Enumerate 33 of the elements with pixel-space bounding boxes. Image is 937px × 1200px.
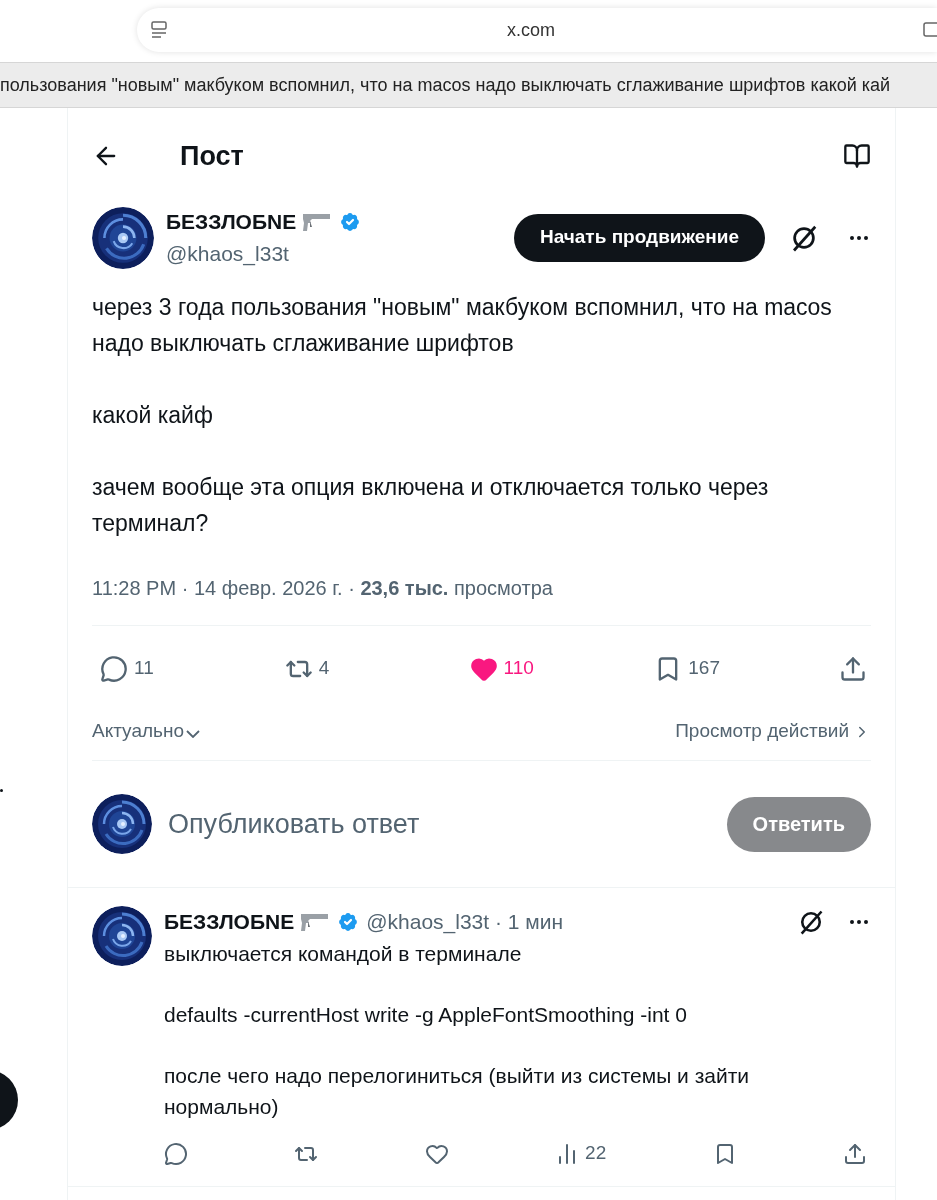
author-handle[interactable]: @khaos_l33t bbox=[166, 237, 502, 269]
promote-button[interactable]: Начать продвижение bbox=[513, 213, 765, 262]
page-menu-icon[interactable] bbox=[149, 20, 169, 40]
page-title: Пост bbox=[180, 139, 245, 173]
post-meta: 11:28 PM · 14 февр. 2026 г. · 23,6 тыс. просмотра bbox=[92, 576, 554, 601]
views-button[interactable]: 22 bbox=[555, 1139, 607, 1168]
reply-text: defaults -currentHost write -g AppleFontSmoothing -int 0 bbox=[164, 1001, 688, 1028]
share-button[interactable] bbox=[842, 1141, 867, 1166]
bookmark-button[interactable]: 167 bbox=[654, 654, 720, 683]
author-handle[interactable]: @khaos_l33t · 1 мин bbox=[366, 906, 791, 938]
post-text: через 3 года пользования "новым" макбуком вспомнил, что на macos надо выключать сглаживание шрифтов bbox=[92, 293, 833, 358]
address-bar[interactable]: x.com bbox=[137, 8, 937, 52]
post-text: зачем вообще эта опция включена и отключается только через терминал? bbox=[92, 473, 770, 538]
heart-button[interactable]: 110 bbox=[469, 654, 534, 683]
author-name[interactable]: БЕЗЗЛОБNE bbox=[166, 206, 297, 238]
reply-text: после чего надо перелогиниться (выйти из системы и зайти нормально) bbox=[164, 1062, 751, 1120]
reply-icon bbox=[164, 1141, 188, 1166]
share-icon bbox=[839, 654, 867, 683]
reader-icon[interactable] bbox=[843, 142, 871, 170]
author-name[interactable]: БЕЗЗЛОБNE bbox=[164, 906, 295, 938]
translate-icon[interactable] bbox=[923, 20, 937, 40]
post-text: какой кайф bbox=[92, 401, 214, 430]
share-icon bbox=[842, 1141, 867, 1166]
activity-link[interactable]: Просмотр действий bbox=[675, 717, 871, 746]
share-button[interactable] bbox=[839, 654, 867, 683]
repost-button[interactable]: 4 bbox=[284, 654, 330, 683]
url-text: x.com bbox=[506, 18, 556, 42]
reply-button[interactable] bbox=[164, 1141, 188, 1166]
reply-text: выключается командой в терминале bbox=[164, 940, 523, 967]
sort-dropdown[interactable]: Актуально bbox=[92, 717, 200, 746]
chevron-down-icon bbox=[186, 729, 200, 738]
reply-button[interactable]: 11 bbox=[100, 654, 154, 683]
reply-icon bbox=[100, 654, 128, 683]
